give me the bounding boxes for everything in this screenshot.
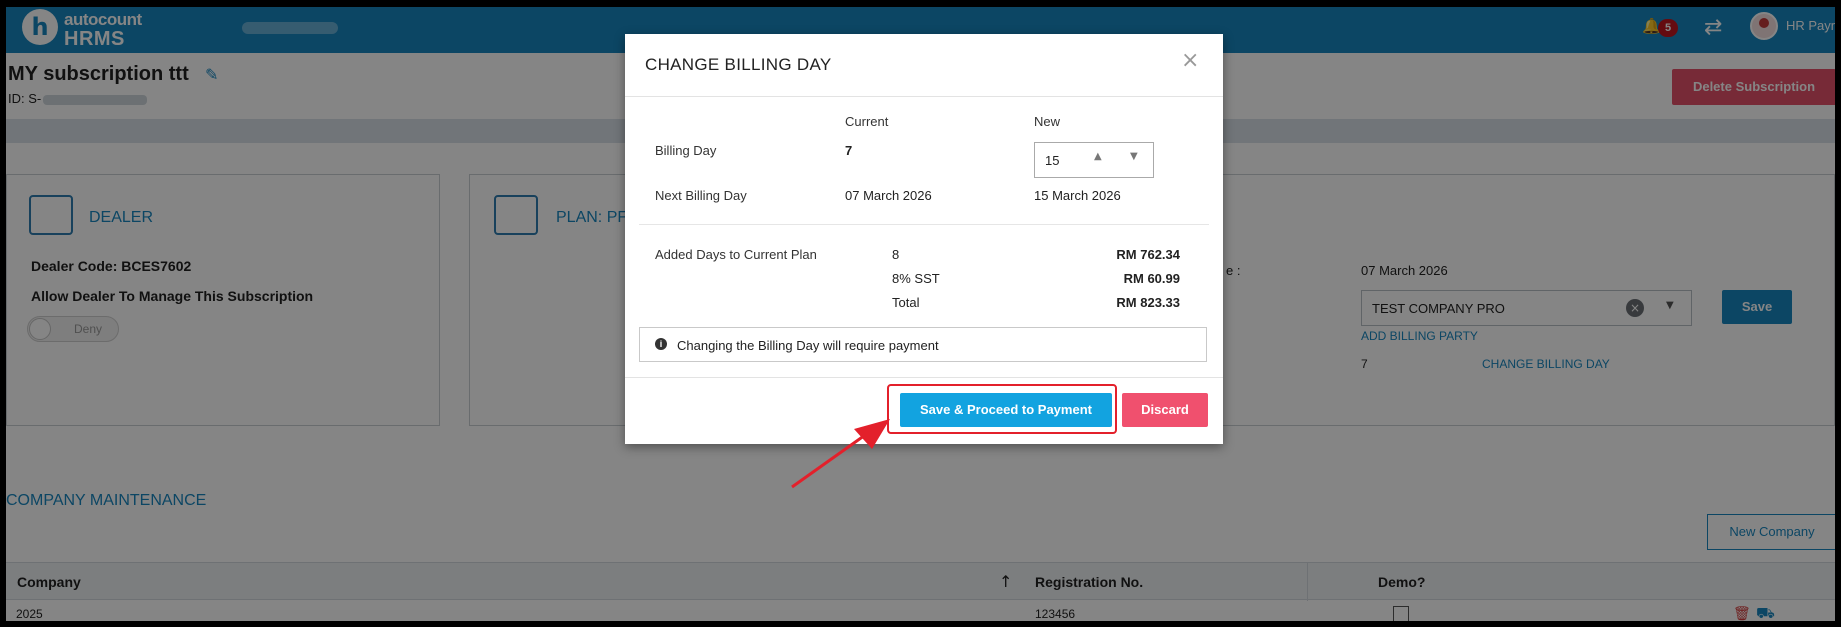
info-icon: i <box>655 338 667 350</box>
close-icon[interactable]: × <box>1181 48 1199 73</box>
modal-footer: Save & Proceed to Payment Discard <box>625 377 1223 444</box>
added-days-label: Added Days to Current Plan <box>655 247 817 262</box>
discard-button[interactable]: Discard <box>1122 393 1208 427</box>
modal-divider <box>639 224 1209 225</box>
save-proceed-payment-button[interactable]: Save & Proceed to Payment <box>900 393 1112 427</box>
caret-up-icon[interactable]: ▲ <box>1094 151 1102 162</box>
payment-info-box: i Changing the Billing Day will require … <box>639 327 1207 362</box>
caret-down-icon[interactable]: ▼ <box>1130 151 1138 162</box>
next-billing-label: Next Billing Day <box>655 188 747 203</box>
column-current: Current <box>845 114 889 129</box>
payment-info-text: Changing the Billing Day will require pa… <box>677 338 939 353</box>
next-billing-current: 07 March 2026 <box>845 188 932 203</box>
total-amount: RM 823.33 <box>1116 295 1180 310</box>
app-window: h autocount HRMS 🔔 5 ⇄ HR Payr MY subscr… <box>6 7 1835 621</box>
billing-day-current: 7 <box>845 143 853 158</box>
added-amount: RM 762.34 <box>1116 247 1180 262</box>
annotation-arrow-icon <box>791 419 890 489</box>
column-new: New <box>1034 114 1061 129</box>
change-billing-day-modal: CHANGE BILLING DAY × Current New Billing… <box>625 34 1223 444</box>
next-billing-new: 15 March 2026 <box>1034 188 1121 203</box>
total-label: Total <box>892 295 920 310</box>
modal-header: CHANGE BILLING DAY × <box>625 34 1223 97</box>
tax-label: 8% SST <box>892 271 940 286</box>
billing-day-label: Billing Day <box>655 143 717 158</box>
billing-day-stepper[interactable]: 15 ▲ ▼ <box>1034 142 1154 178</box>
tax-amount: RM 60.99 <box>1123 271 1180 286</box>
modal-title: CHANGE BILLING DAY <box>645 55 832 74</box>
billing-day-new[interactable]: 15 <box>1045 153 1059 168</box>
added-days-value: 8 <box>892 247 900 262</box>
